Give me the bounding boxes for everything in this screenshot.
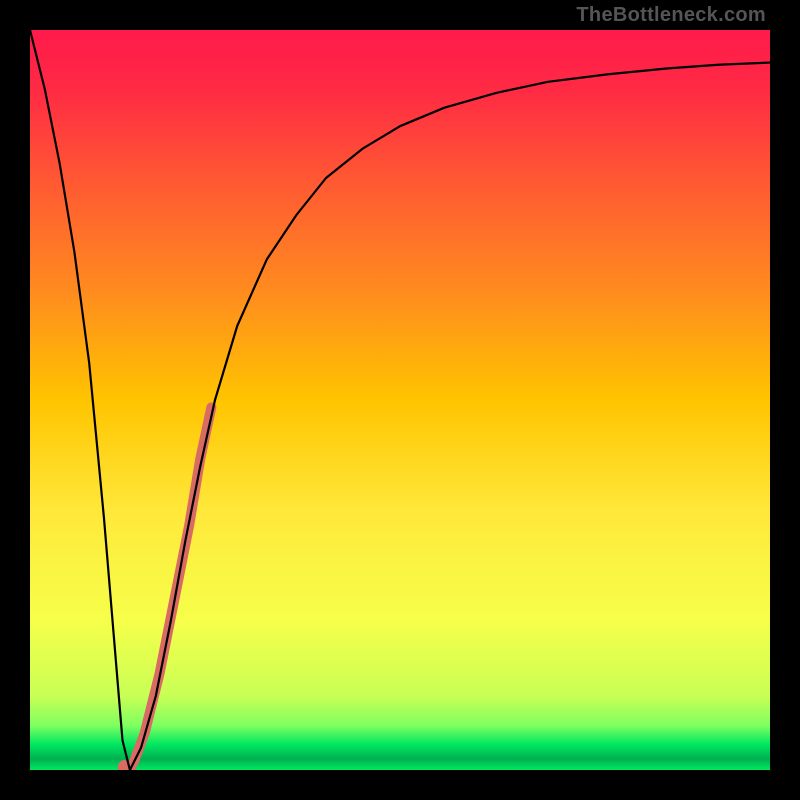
bottleneck-chart — [30, 30, 770, 770]
plot-area — [30, 30, 770, 770]
gradient-background — [30, 30, 770, 770]
chart-frame: TheBottleneck.com — [0, 0, 800, 800]
watermark-text: TheBottleneck.com — [576, 4, 766, 27]
